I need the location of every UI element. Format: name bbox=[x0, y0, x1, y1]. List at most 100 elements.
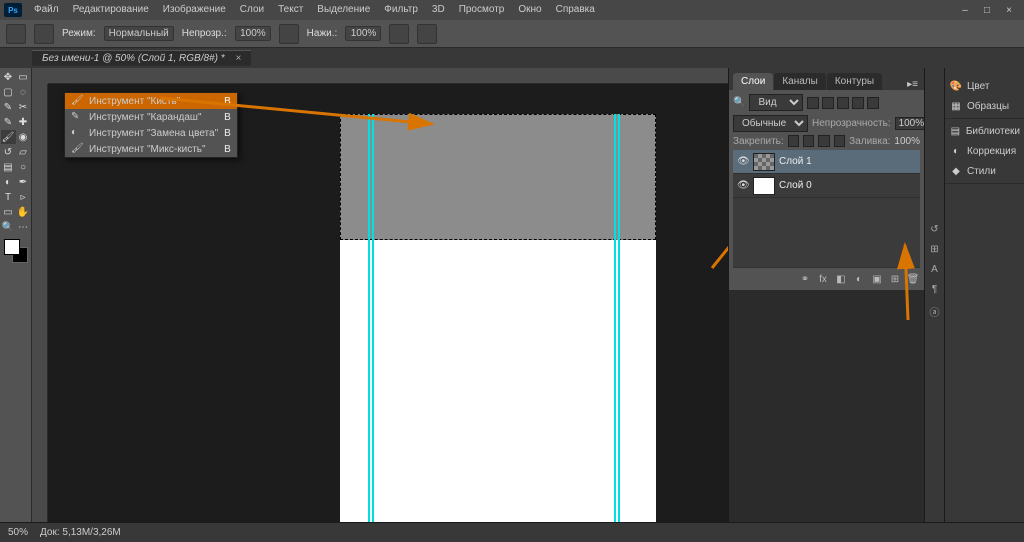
visibility-icon[interactable]: 👁 bbox=[737, 156, 749, 168]
paragraph-panel-icon[interactable]: ¶ bbox=[928, 284, 942, 298]
tab-channels[interactable]: Каналы bbox=[774, 73, 826, 90]
pressure-opacity-icon[interactable] bbox=[279, 24, 299, 44]
maximize-icon[interactable]: □ bbox=[980, 5, 994, 16]
menu-view[interactable]: Просмотр bbox=[453, 0, 511, 20]
mask-icon[interactable]: ◧ bbox=[834, 272, 848, 286]
stamp-tool[interactable]: ◉ bbox=[16, 130, 31, 144]
ruler-horizontal[interactable] bbox=[48, 68, 728, 84]
guide-vertical[interactable] bbox=[618, 114, 620, 522]
tab-layers[interactable]: Слои bbox=[733, 73, 773, 90]
color-swatches[interactable] bbox=[4, 239, 28, 263]
guide-vertical[interactable] bbox=[368, 114, 370, 522]
eyedropper-tool[interactable]: ✎ bbox=[1, 115, 16, 129]
heal-tool[interactable]: ✚ bbox=[16, 115, 31, 129]
airbrush-icon[interactable] bbox=[389, 24, 409, 44]
document-tab[interactable]: Без имени-1 @ 50% (Слой 1, RGB/8#) * × bbox=[32, 50, 251, 66]
eraser-tool[interactable]: ▱ bbox=[16, 145, 31, 159]
layer-filter-select[interactable]: Вид bbox=[749, 94, 803, 111]
filter-type-icon[interactable] bbox=[837, 97, 849, 109]
menu-window[interactable]: Окно bbox=[512, 0, 547, 20]
history-panel-icon[interactable]: ↺ bbox=[928, 224, 942, 238]
dock-item-swatches[interactable]: ▦Образцы bbox=[945, 96, 1024, 116]
lock-all-icon[interactable] bbox=[834, 135, 845, 147]
tab-close-icon[interactable]: × bbox=[235, 53, 241, 64]
zoom-level[interactable]: 50% bbox=[8, 527, 28, 538]
brush-tool[interactable]: 🖌 bbox=[1, 130, 16, 144]
marquee-tool[interactable]: ▢ bbox=[1, 85, 16, 99]
dock-item-styles[interactable]: ◆Стили bbox=[945, 161, 1024, 181]
dock-item-color[interactable]: 🎨Цвет bbox=[945, 76, 1024, 96]
type-tool[interactable]: T bbox=[1, 190, 16, 204]
ruler-vertical[interactable] bbox=[32, 84, 48, 522]
path-select-tool[interactable]: ▹ bbox=[16, 190, 31, 204]
opacity-input[interactable]: 100% bbox=[235, 26, 271, 41]
layer-item[interactable]: 👁 Слой 1 bbox=[733, 150, 920, 174]
adjustment-icon[interactable]: ◐ bbox=[852, 272, 866, 286]
gradient-tool[interactable]: ▤ bbox=[1, 160, 16, 174]
guide-vertical[interactable] bbox=[372, 114, 374, 522]
history-brush-tool[interactable]: ↺ bbox=[1, 145, 16, 159]
close-icon[interactable]: × bbox=[1002, 5, 1016, 16]
menu-3d[interactable]: 3D bbox=[426, 0, 451, 20]
menu-edit[interactable]: Редактирование bbox=[67, 0, 155, 20]
lock-transparent-icon[interactable] bbox=[788, 135, 799, 147]
flyout-item-color-replace[interactable]: ◐ Инструмент "Замена цвета" B bbox=[65, 125, 237, 141]
document-canvas[interactable] bbox=[340, 114, 656, 522]
dock-item-libraries[interactable]: ▤Библиотеки bbox=[945, 121, 1024, 141]
hand-tool[interactable]: ✋ bbox=[16, 205, 31, 219]
pen-tool[interactable]: ✒ bbox=[16, 175, 31, 189]
menu-image[interactable]: Изображение bbox=[157, 0, 232, 20]
brush-tool-icon[interactable] bbox=[6, 24, 26, 44]
layer-thumbnail[interactable] bbox=[753, 153, 775, 171]
move-tool[interactable]: ✥ bbox=[1, 70, 16, 84]
menu-filter[interactable]: Фильтр bbox=[378, 0, 424, 20]
delete-layer-icon[interactable]: 🗑 bbox=[906, 272, 920, 286]
lock-pixels-icon[interactable] bbox=[803, 135, 814, 147]
character-panel-icon[interactable]: A bbox=[928, 264, 942, 278]
artboard-tool[interactable]: ▭ bbox=[16, 70, 31, 84]
pressure-size-icon[interactable] bbox=[417, 24, 437, 44]
fx-icon[interactable]: fx bbox=[816, 272, 830, 286]
guide-vertical[interactable] bbox=[614, 114, 616, 522]
menu-help[interactable]: Справка bbox=[550, 0, 601, 20]
lasso-tool[interactable]: ◌ bbox=[16, 85, 31, 99]
new-layer-icon[interactable]: ⊞ bbox=[888, 272, 902, 286]
quick-select-tool[interactable]: ✎ bbox=[1, 100, 16, 114]
flyout-item-mixer-brush[interactable]: 🖌 Инструмент "Микс-кисть" B bbox=[65, 141, 237, 157]
layer-name[interactable]: Слой 0 bbox=[779, 180, 812, 191]
shape-tool[interactable]: ▭ bbox=[1, 205, 16, 219]
visibility-icon[interactable]: 👁 bbox=[737, 180, 749, 192]
filter-pixel-icon[interactable] bbox=[807, 97, 819, 109]
menu-select[interactable]: Выделение bbox=[311, 0, 376, 20]
foreground-color-swatch[interactable] bbox=[4, 239, 20, 255]
filter-smart-icon[interactable] bbox=[867, 97, 879, 109]
fill-value[interactable]: 100% bbox=[894, 136, 920, 147]
crop-tool[interactable]: ✂ bbox=[16, 100, 31, 114]
panel-menu-icon[interactable]: ▸≡ bbox=[901, 79, 924, 90]
lock-position-icon[interactable] bbox=[818, 135, 829, 147]
filter-shape-icon[interactable] bbox=[852, 97, 864, 109]
menu-type[interactable]: Текст bbox=[272, 0, 309, 20]
blur-tool[interactable]: ○ bbox=[16, 160, 31, 174]
link-layers-icon[interactable]: ⚭ bbox=[798, 272, 812, 286]
flyout-item-pencil[interactable]: ✎ Инструмент "Карандаш" B bbox=[65, 109, 237, 125]
properties-panel-icon[interactable]: ⊞ bbox=[928, 244, 942, 258]
group-icon[interactable]: ▣ bbox=[870, 272, 884, 286]
menu-layers[interactable]: Слои bbox=[234, 0, 270, 20]
dock-item-adjustments[interactable]: ◐Коррекция bbox=[945, 141, 1024, 161]
edit-toolbar[interactable]: ⋯ bbox=[16, 220, 31, 234]
glyphs-panel-icon[interactable]: ⓐ bbox=[928, 304, 942, 318]
brush-preset-icon[interactable] bbox=[34, 24, 54, 44]
zoom-tool[interactable]: 🔍 bbox=[1, 220, 16, 234]
flow-input[interactable]: 100% bbox=[345, 26, 381, 41]
dodge-tool[interactable]: ◐ bbox=[1, 175, 16, 189]
filter-adjust-icon[interactable] bbox=[822, 97, 834, 109]
minimize-icon[interactable]: – bbox=[958, 5, 972, 16]
layer-name[interactable]: Слой 1 bbox=[779, 156, 812, 167]
layer-thumbnail[interactable] bbox=[753, 177, 775, 195]
blend-mode-select[interactable]: Обычные bbox=[733, 115, 808, 132]
document-info[interactable]: Док: 5,13М/3,26М bbox=[40, 527, 121, 538]
layer-item[interactable]: 👁 Слой 0 bbox=[733, 174, 920, 198]
tab-paths[interactable]: Контуры bbox=[827, 73, 882, 90]
menu-file[interactable]: Файл bbox=[28, 0, 65, 20]
